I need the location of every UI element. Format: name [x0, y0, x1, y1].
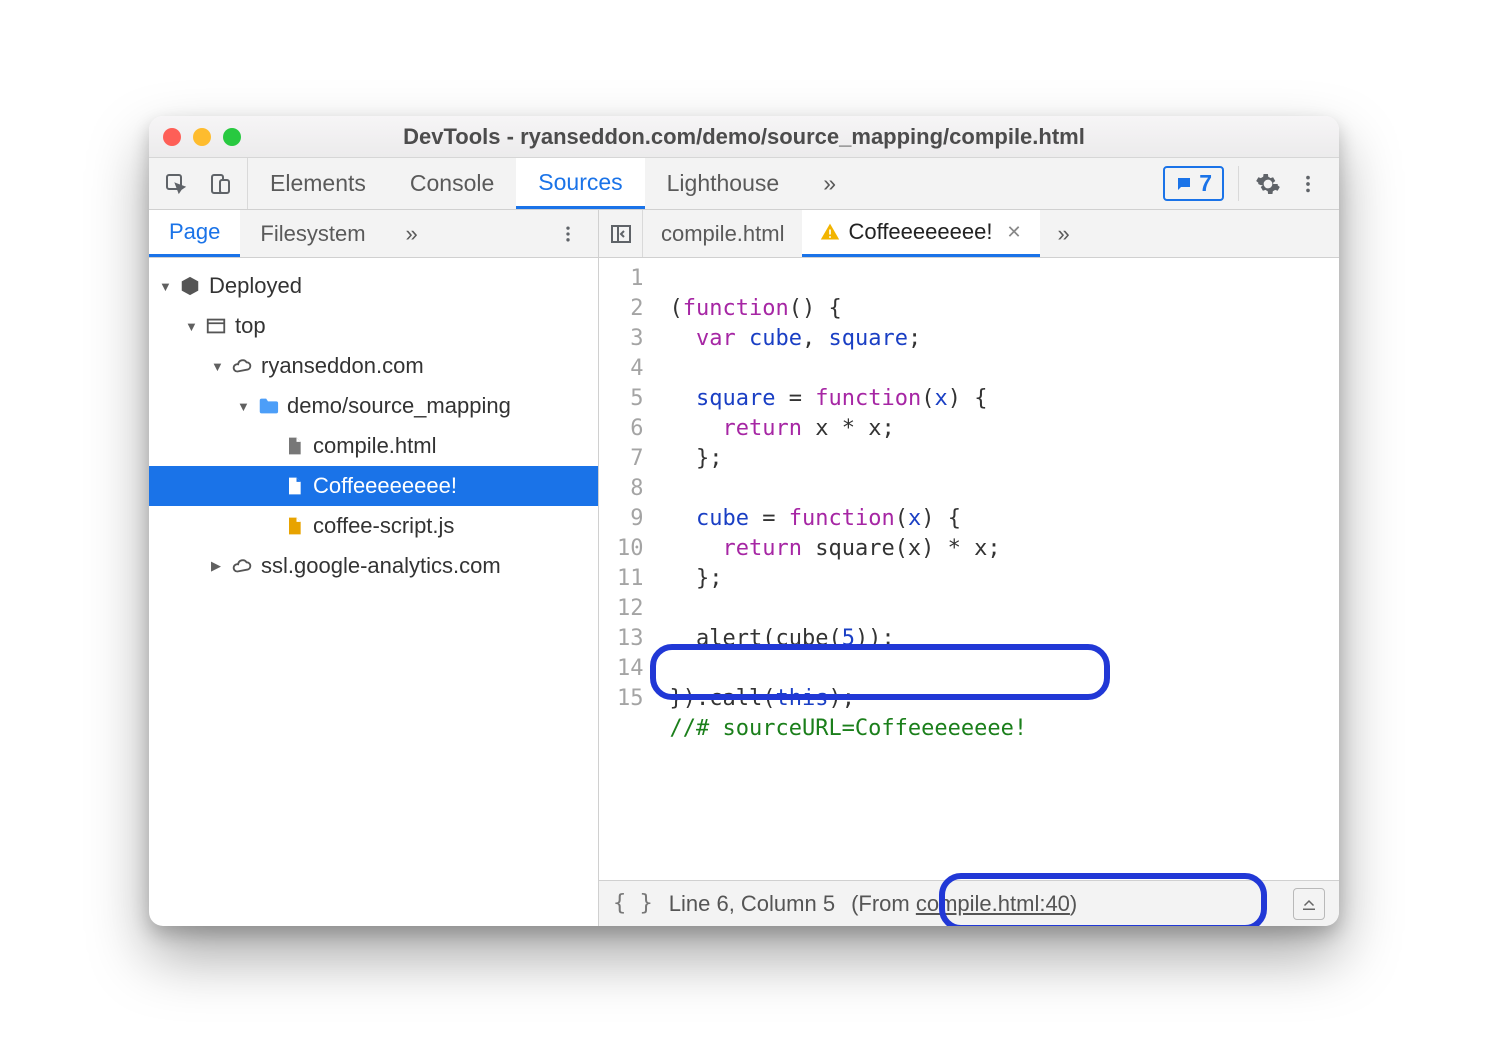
file-sm-icon [283, 475, 305, 497]
navigator-tabs: Page Filesystem » [149, 210, 598, 258]
code-content[interactable]: (function() { var cube, square; square =… [656, 258, 1042, 880]
warning-icon [820, 222, 840, 242]
editor-tab-label: Coffeeeeeeee! [848, 219, 992, 245]
main-area: Page Filesystem » ▼ Deployed ▼ top ▼ ryansedd… [149, 210, 1339, 926]
expand-chevron-icon[interactable]: ▼ [185, 319, 197, 334]
show-bottom-drawer-icon[interactable] [1293, 888, 1325, 920]
settings-gear-icon[interactable] [1253, 169, 1283, 199]
source-url-comment: //# sourceURL=Coffeeeeeeee! [670, 716, 1028, 741]
nav-tab-filesystem[interactable]: Filesystem [240, 210, 385, 257]
editor-tabs-overflow-icon[interactable]: » [1040, 210, 1088, 257]
cloud-icon [231, 555, 253, 577]
tree-node-label: ryanseddon.com [261, 353, 424, 379]
editor-tab-label: compile.html [661, 221, 784, 247]
kebab-menu-icon[interactable] [1293, 169, 1323, 199]
folder-icon [257, 395, 279, 417]
tab-console[interactable]: Console [388, 158, 516, 209]
expand-chevron-icon[interactable]: ▶ [211, 558, 223, 574]
cloud-icon [231, 355, 253, 377]
tree-node-label: compile.html [313, 433, 436, 459]
status-bar: { } Line 6, Column 5 (From compile.html:… [599, 880, 1339, 926]
tree-node-label: Coffeeeeeeee! [313, 473, 457, 499]
editor-tab-compile[interactable]: compile.html [643, 210, 802, 257]
titlebar: DevTools - ryanseddon.com/demo/source_ma… [149, 116, 1339, 158]
editor-tab-coffee[interactable]: Coffeeeeeeee! ✕ [802, 210, 1039, 257]
code-editor[interactable]: 123456789101112131415 (function() { var … [599, 258, 1339, 880]
tree-node[interactable]: ▼ top [149, 306, 598, 346]
tree-node-label: ssl.google-analytics.com [261, 553, 501, 579]
tree-node-label: Deployed [209, 273, 302, 299]
source-link[interactable]: compile.html:40 [916, 891, 1070, 916]
issues-count: 7 [1199, 170, 1212, 197]
inspect-element-icon[interactable] [161, 169, 191, 199]
navigator-sidebar: Page Filesystem » ▼ Deployed ▼ top ▼ ryansedd… [149, 210, 599, 926]
tree-node-label: top [235, 313, 266, 339]
line-gutter: 123456789101112131415 [599, 258, 656, 880]
panel-tabs: Elements Console Sources Lighthouse » [248, 158, 1147, 209]
tab-elements[interactable]: Elements [248, 158, 388, 209]
device-toolbar-icon[interactable] [205, 169, 235, 199]
cursor-position: Line 6, Column 5 [669, 891, 835, 917]
nav-kebab-icon[interactable] [538, 210, 598, 257]
editor-tabs: compile.html Coffeeeeeeee! ✕ » [599, 210, 1339, 258]
devtools-window: DevTools - ryanseddon.com/demo/source_ma… [149, 116, 1339, 926]
close-window-button[interactable] [163, 128, 181, 146]
expand-chevron-icon[interactable]: ▼ [159, 279, 171, 294]
file-tree[interactable]: ▼ Deployed ▼ top ▼ ryanseddon.com ▼ demo/source… [149, 258, 598, 926]
frame-icon [205, 315, 227, 337]
main-toolbar: Elements Console Sources Lighthouse » 7 [149, 158, 1339, 210]
toggle-navigator-icon[interactable] [599, 210, 643, 257]
issues-badge[interactable]: 7 [1163, 166, 1224, 201]
tree-node-label: coffee-script.js [313, 513, 454, 539]
expand-chevron-icon[interactable]: ▼ [237, 399, 249, 414]
nav-tabs-overflow-icon[interactable]: » [386, 210, 438, 257]
editor-panel: compile.html Coffeeeeeeee! ✕ » 123456789… [599, 210, 1339, 926]
file-icon [283, 435, 305, 457]
tree-node[interactable]: ▶ ssl.google-analytics.com [149, 546, 598, 586]
source-origin: (From compile.html:40) [851, 891, 1077, 917]
tree-node-label: demo/source_mapping [287, 393, 511, 419]
zoom-window-button[interactable] [223, 128, 241, 146]
tree-node[interactable]: ▼ ryanseddon.com [149, 346, 598, 386]
cube-icon [179, 275, 201, 297]
window-title: DevTools - ryanseddon.com/demo/source_ma… [149, 124, 1339, 150]
annotation-highlight-sourceurl [650, 644, 1110, 700]
tab-sources[interactable]: Sources [516, 158, 644, 209]
tabs-overflow-icon[interactable]: » [801, 158, 858, 209]
tree-node[interactable]: compile.html [149, 426, 598, 466]
tree-node[interactable]: ▼ Deployed [149, 266, 598, 306]
file-js-icon [283, 515, 305, 537]
tree-node[interactable]: Coffeeeeeeee! [149, 466, 598, 506]
tree-node[interactable]: coffee-script.js [149, 506, 598, 546]
window-controls [163, 128, 241, 146]
pretty-print-icon[interactable]: { } [613, 891, 653, 916]
close-tab-icon[interactable]: ✕ [1006, 222, 1021, 243]
expand-chevron-icon[interactable]: ▼ [211, 359, 223, 374]
tab-lighthouse[interactable]: Lighthouse [645, 158, 802, 209]
tree-node[interactable]: ▼ demo/source_mapping [149, 386, 598, 426]
minimize-window-button[interactable] [193, 128, 211, 146]
nav-tab-page[interactable]: Page [149, 210, 240, 257]
